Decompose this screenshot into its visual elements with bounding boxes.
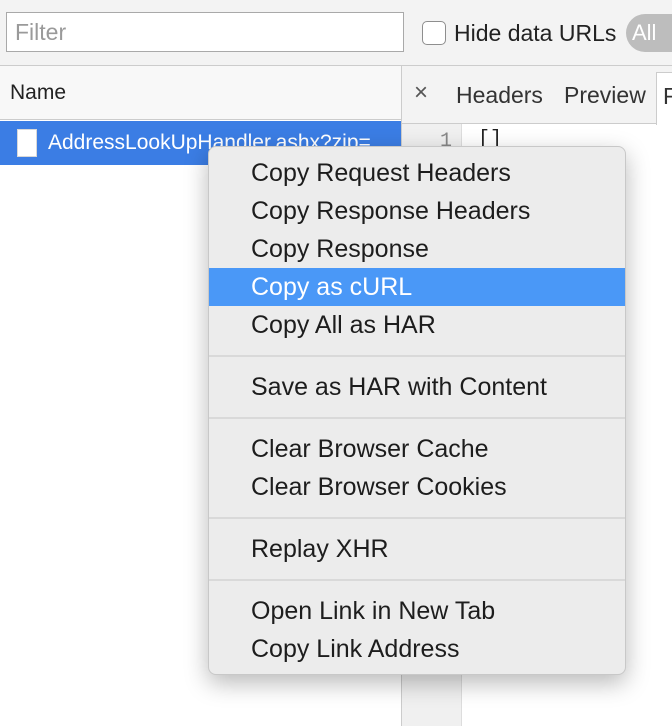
devtools-network-panel: Hide data URLs All Name AddressLookUpHan… <box>0 0 672 726</box>
tab-response-label: R <box>663 83 672 109</box>
detail-tabbar: × Headers Preview R <box>402 66 672 125</box>
menu-item-copy-request-headers[interactable]: Copy Request Headers <box>209 154 625 192</box>
menu-separator <box>209 506 625 530</box>
tab-headers[interactable]: Headers <box>456 82 543 109</box>
menu-item-save-as-har[interactable]: Save as HAR with Content <box>209 368 625 406</box>
menu-item-clear-browser-cache[interactable]: Clear Browser Cache <box>209 430 625 468</box>
document-icon <box>17 129 37 157</box>
close-icon[interactable]: × <box>414 79 428 107</box>
menu-item-copy-all-as-har[interactable]: Copy All as HAR <box>209 306 625 344</box>
menu-item-copy-response-headers[interactable]: Copy Response Headers <box>209 192 625 230</box>
menu-separator <box>209 406 625 430</box>
menu-item-copy-as-curl[interactable]: Copy as cURL <box>209 268 625 306</box>
menu-item-clear-browser-cookies[interactable]: Clear Browser Cookies <box>209 468 625 506</box>
menu-item-copy-response[interactable]: Copy Response <box>209 230 625 268</box>
menu-item-copy-link-address[interactable]: Copy Link Address <box>209 630 625 668</box>
menu-item-replay-xhr[interactable]: Replay XHR <box>209 530 625 568</box>
menu-separator <box>209 568 625 592</box>
filter-input[interactable] <box>6 12 404 52</box>
hide-data-urls-checkbox[interactable] <box>422 21 446 45</box>
menu-separator <box>209 344 625 368</box>
hide-data-urls-label: Hide data URLs <box>454 19 617 46</box>
tab-preview[interactable]: Preview <box>564 82 646 109</box>
context-menu: Copy Request Headers Copy Response Heade… <box>208 146 626 675</box>
menu-item-open-link-new-tab[interactable]: Open Link in New Tab <box>209 592 625 630</box>
network-toolbar: Hide data URLs All <box>0 0 672 66</box>
hide-data-urls-option[interactable]: Hide data URLs <box>422 16 616 50</box>
all-filter-button[interactable]: All <box>626 14 672 52</box>
name-column-header[interactable]: Name <box>0 66 401 120</box>
tab-response[interactable]: R <box>656 72 672 125</box>
